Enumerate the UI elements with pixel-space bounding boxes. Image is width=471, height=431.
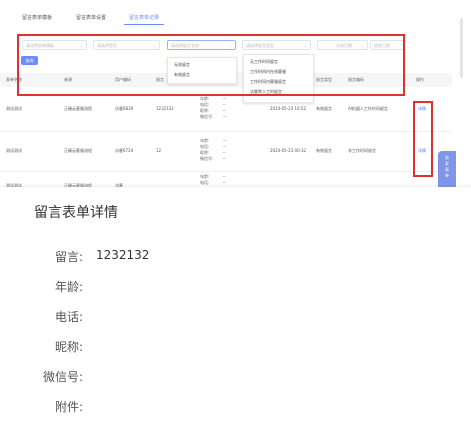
collapse-form-tab[interactable]: 收 发 表 单 [438,151,456,191]
action-column-highlight [413,101,433,177]
tab-form-settings[interactable]: 留言表单设置 [76,14,106,21]
table-row: 测试测试 正确云客服流程 访客6839 1232132 年龄: 电话: 昵称: … [0,87,452,132]
row-message: 1232132 [156,106,174,111]
field-label-message: 留言: [54,250,83,264]
row-time: 2024-05-23 00:32 [270,148,307,153]
field-value-message: 1232132 [96,248,150,262]
field-label-wechat: 微信号: [42,370,83,384]
row-detail-values: -- -- [223,174,226,185]
field-label-attachment: 附件: [54,400,83,414]
row-detail-values: -- -- -- -- [223,138,226,161]
row-name: 测试测试 [6,106,22,111]
row-source: 正确云客服流程 [64,148,92,153]
field-label-phone: 电话: [54,310,83,324]
row-detail-values: -- -- -- -- [223,96,226,119]
row-details: 年龄: 电话: 昵称: 微信号: [200,96,214,119]
table-row: 测试测试 正确云客服流程 访客 年龄: 电话: -- -- [0,171,452,188]
field-label-age: 年龄: [54,280,83,294]
row-details: 年龄: 电话: 昵称: 微信号: [200,138,214,161]
tab-form-records[interactable]: 留言表单记录 [129,14,159,21]
row-code: 非工作时间留言 [348,148,376,153]
active-tab-indicator [124,24,164,25]
row-name: 测试测试 [6,148,22,153]
table-row: 测试测试 正确云客服流程 访客6724 12 年龄: 电话: 昵称: 微信号: … [0,131,452,172]
scrollbar[interactable] [460,18,463,78]
row-source: 正确云客服流程 [64,106,92,111]
row-message: 12 [156,148,162,153]
row-time: 2024-05-23 16:52 [270,106,307,111]
records-panel: 留言表单模板 留言表单设置 留言表单记录 请选择表单模板 ⌄ 请选择是否 ⌄ 请选择… [0,0,471,191]
row-details: 年龄: 电话: [200,174,210,185]
row-type: 有效留言 [316,106,332,111]
row-code: AI机器人工作时间留言 [348,106,388,111]
form-detail-modal: 留言表单详情 留言: 1232132 年龄: 电话: 昵称: 微信号: 附件: [0,187,471,431]
col-action: 操作 [416,77,424,82]
modal-title: 留言表单详情 [34,205,118,221]
row-user-code: 访客6839 [115,106,134,111]
tab-form-templates[interactable]: 留言表单模板 [22,14,52,21]
row-type: 有效留言 [316,148,332,153]
field-label-nickname: 昵称: [54,340,83,354]
row-user-code: 访客6724 [115,148,134,153]
